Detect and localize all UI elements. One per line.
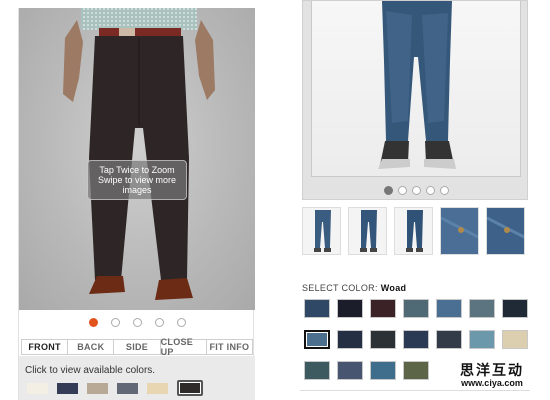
select-color-heading: SELECT COLOR: Woad <box>302 283 406 293</box>
pager-dot[interactable] <box>154 317 164 327</box>
tab-fit-info[interactable]: FIT INFO <box>207 340 252 354</box>
color-swatch[interactable] <box>370 361 396 380</box>
color-swatch[interactable] <box>304 361 330 380</box>
pager-dot[interactable] <box>110 317 120 327</box>
thumbnail-side-view[interactable] <box>394 207 433 255</box>
color-swatch[interactable] <box>502 299 528 318</box>
zoom-hint-line-1: Tap Twice to Zoom <box>99 165 175 175</box>
color-swatch[interactable] <box>117 382 138 394</box>
pager-dot[interactable] <box>425 185 435 195</box>
zoom-hint-line-3: images <box>122 185 152 195</box>
right-product-photo-frame <box>302 0 528 200</box>
color-swatch[interactable] <box>57 382 78 394</box>
color-swatch[interactable] <box>436 299 462 318</box>
left-product-screen: Tap Twice to Zoom Swipe to view more ima… <box>18 8 255 400</box>
color-swatch[interactable] <box>87 382 108 394</box>
color-swatch[interactable] <box>337 330 363 349</box>
thumbnail-label-view[interactable] <box>486 207 525 255</box>
model-in-jeans-image <box>378 1 456 169</box>
color-swatch[interactable] <box>177 380 203 396</box>
tab-close-up[interactable]: CLOSE UP <box>161 337 207 357</box>
tab-side[interactable]: SIDE <box>114 340 161 354</box>
zoom-hint-overlay: Tap Twice to Zoom Swipe to view more ima… <box>87 160 187 200</box>
zoom-hint-line-2: Swipe to view more <box>97 175 177 185</box>
pager-dot[interactable] <box>397 185 407 195</box>
color-swatch[interactable] <box>304 330 330 349</box>
product-photo-jeans[interactable] <box>311 1 521 177</box>
pager-dot[interactable] <box>132 317 142 327</box>
color-swatch[interactable] <box>370 299 396 318</box>
watermark-url: www.ciya.com <box>461 378 523 388</box>
pager-dot[interactable] <box>88 317 98 327</box>
divider <box>300 390 530 391</box>
tab-back[interactable]: BACK <box>68 340 115 354</box>
image-pager-right[interactable] <box>303 184 529 196</box>
color-picker-bar: Click to view available colors. <box>19 356 255 400</box>
color-swatch[interactable] <box>304 299 330 318</box>
tab-front[interactable]: FRONT <box>22 340 69 354</box>
color-swatch[interactable] <box>403 299 429 318</box>
color-swatch[interactable] <box>436 330 462 349</box>
color-swatch[interactable] <box>469 330 495 349</box>
pager-dot[interactable] <box>176 317 186 327</box>
pager-dot[interactable] <box>411 185 421 195</box>
thumbnail-detail-view[interactable] <box>440 207 479 255</box>
watermark-logo: 思洋互动 www.ciya.com <box>436 362 548 389</box>
thumbnail-strip <box>302 207 525 255</box>
selected-color-name: Woad <box>380 283 407 293</box>
color-swatch[interactable] <box>502 330 528 349</box>
pager-dot[interactable] <box>383 185 393 195</box>
color-swatch[interactable] <box>147 382 168 394</box>
thumbnail-back-view[interactable] <box>348 207 387 255</box>
color-swatch[interactable] <box>469 299 495 318</box>
product-photo-front[interactable]: Tap Twice to Zoom Swipe to view more ima… <box>19 8 255 310</box>
image-pager-left[interactable] <box>19 314 255 330</box>
select-color-label: SELECT COLOR: <box>302 283 378 293</box>
model-in-trousers-image <box>63 8 215 300</box>
view-tabs: FRONT BACK SIDE CLOSE UP FIT INFO <box>21 337 253 357</box>
available-colors-label: Click to view available colors. <box>25 365 156 376</box>
watermark-text: 思洋互动 <box>460 362 524 378</box>
color-swatch[interactable] <box>403 330 429 349</box>
pager-dot[interactable] <box>439 185 449 195</box>
color-swatch[interactable] <box>403 361 429 380</box>
left-color-swatches <box>27 380 203 396</box>
color-swatch[interactable] <box>337 361 363 380</box>
thumbnail-front-view[interactable] <box>302 207 341 255</box>
color-swatch[interactable] <box>27 382 48 394</box>
color-swatch[interactable] <box>370 330 396 349</box>
color-swatch[interactable] <box>337 299 363 318</box>
